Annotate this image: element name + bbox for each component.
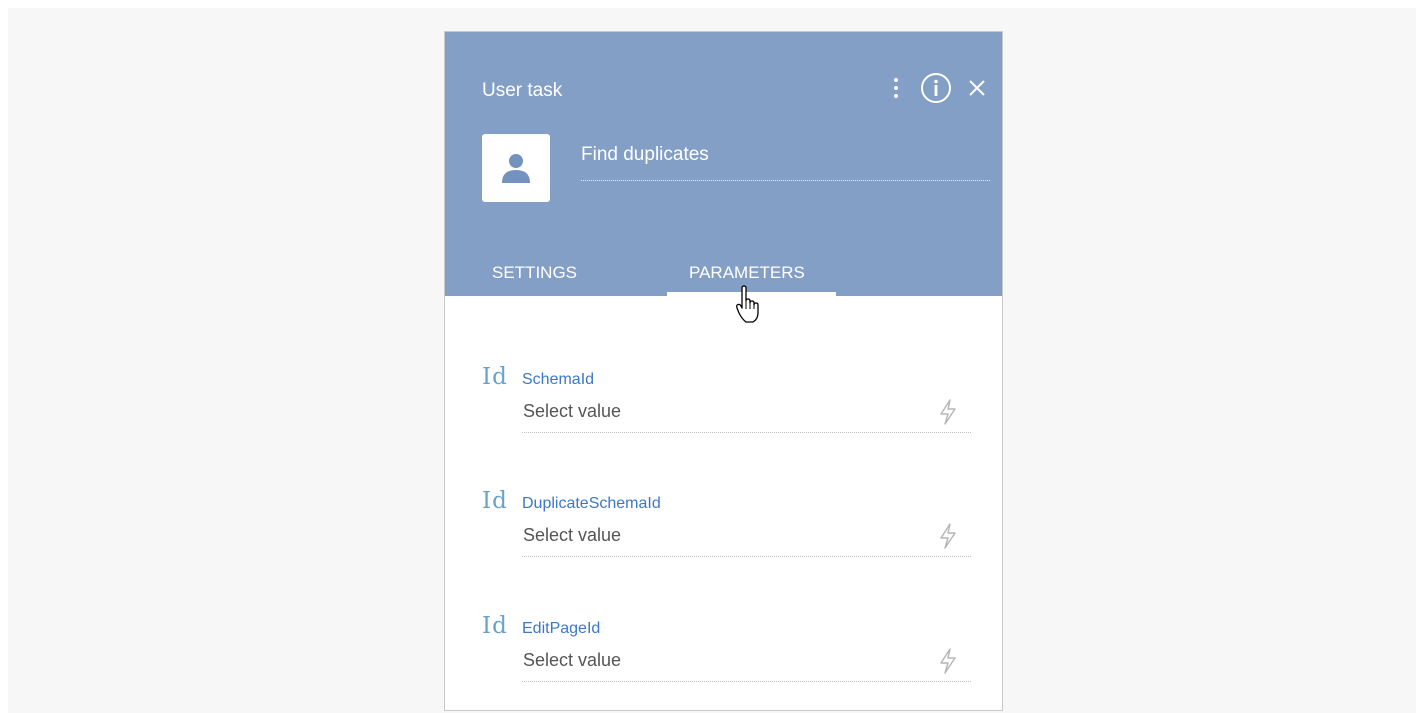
parameter-name: EditPageId [522, 620, 601, 637]
panel-header: User task Find duplicates SETTINGS PARAM… [445, 32, 1002, 296]
parameter-value-field[interactable]: Select value [522, 643, 971, 682]
id-type-icon: Id [482, 364, 508, 390]
tab-settings[interactable]: SETTINGS [492, 252, 612, 296]
task-row: Find duplicates [482, 134, 990, 202]
close-icon [969, 80, 985, 96]
user-icon [502, 154, 530, 183]
parameter-value-placeholder: Select value [523, 525, 622, 545]
parameter-value-field[interactable]: Select value [522, 394, 971, 433]
parameter-editpageid: Id EditPageId Select value [482, 609, 971, 685]
id-type-icon: Id [482, 488, 508, 514]
info-button[interactable] [920, 72, 952, 104]
parameter-name: DuplicateSchemaId [522, 495, 661, 512]
task-name-field[interactable]: Find duplicates [581, 142, 990, 181]
hand-pointer-icon [736, 285, 759, 323]
tab-settings-label: SETTINGS [492, 263, 578, 282]
lightning-icon[interactable] [937, 398, 959, 426]
close-button[interactable] [966, 77, 988, 99]
lightning-icon[interactable] [937, 522, 959, 550]
parameter-duplicateschemaid: Id DuplicateSchemaId Select value [482, 484, 971, 560]
user-task-panel: User task Find duplicates SETTINGS PARAM… [444, 31, 1003, 711]
header-actions [886, 72, 988, 104]
id-type-icon: Id [482, 613, 508, 639]
tab-bar: SETTINGS PARAMETERS [445, 252, 1002, 296]
vertical-dots-icon [894, 78, 898, 98]
tab-parameters-label: PARAMETERS [689, 263, 805, 282]
info-icon [921, 73, 951, 103]
panel-title: User task [482, 80, 563, 101]
task-name: Find duplicates [581, 144, 709, 165]
parameter-value-placeholder: Select value [523, 401, 622, 421]
lightning-icon[interactable] [937, 647, 959, 675]
more-options-button[interactable] [886, 73, 906, 103]
task-avatar [482, 134, 550, 202]
page-background: User task Find duplicates SETTINGS PARAM… [8, 8, 1416, 713]
parameter-value-placeholder: Select value [523, 650, 622, 670]
parameter-value-field[interactable]: Select value [522, 518, 971, 557]
parameter-name: SchemaId [522, 371, 595, 388]
parameter-schemaid: Id SchemaId Select value [482, 360, 971, 436]
